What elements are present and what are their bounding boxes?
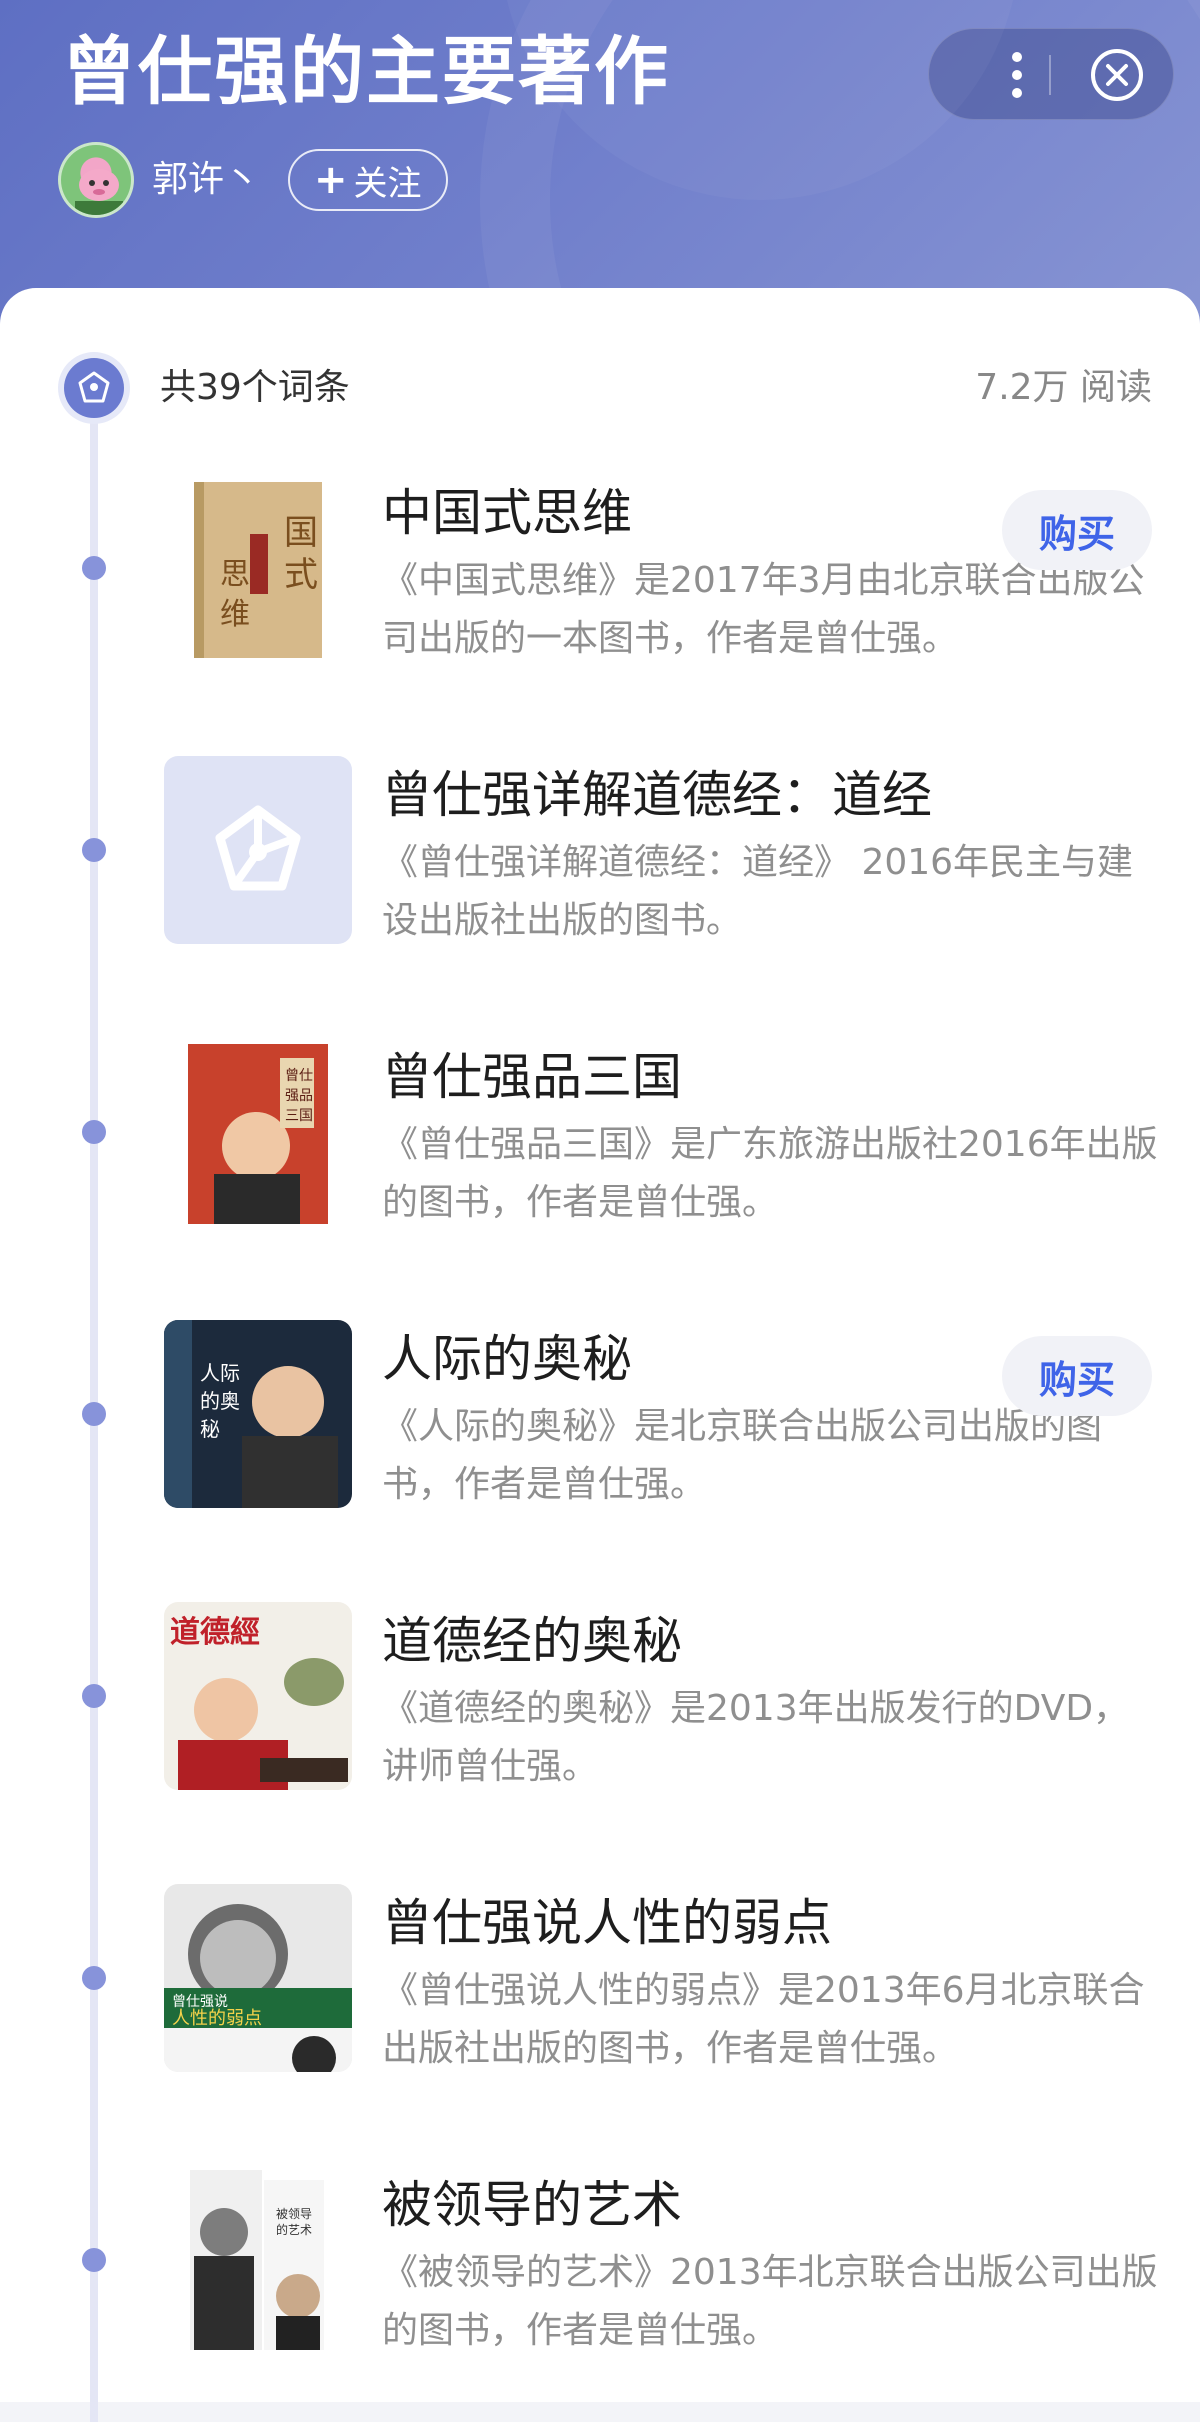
svg-text:维: 维 — [220, 597, 250, 632]
list-item[interactable]: 曾仕强详解道德经：道经 《曾仕强详解道德经：道经》 2016年民主与建设出版社出… — [0, 720, 1200, 1002]
avatar-image — [75, 169, 123, 215]
entry-count: 共39个词条 — [160, 367, 350, 408]
follow-label: 关注 — [353, 163, 422, 204]
book-cover: 道德經 — [164, 1602, 352, 1790]
buy-button[interactable]: 购买 — [1002, 1336, 1152, 1416]
book-cover: 曾仕 强品 三国 — [164, 1038, 352, 1226]
entry-title[interactable]: 曾仕强品三国 — [382, 1042, 682, 1112]
list-item[interactable]: 国 式 思 维 中国式思维 《中国式思维》是2017年3月由北京联合出版公司出版… — [0, 438, 1200, 720]
author-row: 郭许丶 + 关注 — [58, 142, 448, 218]
close-circle-icon — [1091, 49, 1143, 101]
entry-description: 《道德经的奥秘》是2013年出版发行的DVD，讲师曾仕强。 — [382, 1688, 1130, 1787]
svg-text:人性的弱点: 人性的弱点 — [172, 2008, 262, 2029]
entry-title[interactable]: 人际的奥秘 — [382, 1324, 632, 1394]
svg-text:的艺术: 的艺术 — [276, 2222, 312, 2237]
timeline-dot — [82, 1120, 106, 1144]
buy-button[interactable]: 购买 — [1002, 490, 1152, 570]
placeholder-cover — [164, 756, 352, 944]
content-card: 共39个词条 7.2万 阅读 国 式 思 维 中国式思维 《中国式思维》是201… — [0, 288, 1200, 2422]
list-item[interactable]: 人际 的奥 秘 人际的奥秘 《人际的奥秘》是北京联合出版公司出版的图书，作者是曾… — [0, 1284, 1200, 1566]
svg-text:国: 国 — [284, 513, 318, 553]
entry-title[interactable]: 被领导的艺术 — [382, 2170, 682, 2240]
timeline-dot — [82, 2248, 106, 2272]
close-button[interactable] — [1077, 29, 1157, 121]
svg-text:强品: 强品 — [285, 1088, 313, 1104]
more-button[interactable] — [977, 29, 1057, 121]
svg-text:三国: 三国 — [285, 1108, 313, 1124]
entry-title[interactable]: 中国式思维 — [382, 478, 632, 548]
entry-title[interactable]: 曾仕强说人性的弱点 — [382, 1888, 832, 1958]
svg-text:曾仕: 曾仕 — [285, 1068, 313, 1084]
author-name[interactable]: 郭许丶 — [152, 142, 260, 218]
svg-text:被领导: 被领导 — [276, 2207, 312, 2221]
book-cover: 国 式 思 维 — [164, 474, 352, 662]
header: 曾仕强的主要著作 郭许丶 + 关注 — [0, 0, 1200, 330]
timeline-dot — [82, 1966, 106, 1990]
book-cover: 被领导 的艺术 — [164, 2166, 352, 2354]
entry-title[interactable]: 道德经的奥秘 — [382, 1606, 682, 1676]
svg-text:思: 思 — [220, 557, 250, 592]
follow-button[interactable]: + 关注 — [288, 149, 448, 211]
svg-text:秘: 秘 — [200, 1417, 220, 1441]
mini-program-capsule — [928, 28, 1174, 120]
entry-description: 《曾仕强品三国》是广东旅游出版社2016年出版的图书，作者是曾仕强。 — [382, 1124, 1158, 1223]
avatar[interactable] — [58, 142, 134, 218]
list-item[interactable]: 道德經 道德经的奥秘 《道德经的奥秘》是2013年出版发行的DVD，讲师曾仕强。 — [0, 1566, 1200, 1848]
book-cover: 曾仕强说 人性的弱点 — [164, 1884, 352, 2072]
list-item[interactable]: 曾仕强说 人性的弱点 曾仕强说人性的弱点 《曾仕强说人性的弱点》是2013年6月… — [0, 1848, 1200, 2130]
entry-description: 《曾仕强说人性的弱点》是2013年6月北京联合出版社出版的图书，作者是曾仕强。 — [382, 1970, 1145, 2069]
entry-title[interactable]: 曾仕强详解道德经：道经 — [382, 760, 932, 830]
entry-description: 《被领导的艺术》2013年北京联合出版公司出版的图书，作者是曾仕强。 — [382, 2252, 1158, 2351]
more-vertical-icon — [1012, 52, 1022, 98]
svg-text:式: 式 — [284, 555, 318, 595]
list-item[interactable]: 被领导 的艺术 被领导的艺术 《被领导的艺术》2013年北京联合出版公司出版的图… — [0, 2130, 1200, 2412]
baike-logo-icon — [64, 358, 124, 418]
list-item[interactable]: 曾仕 强品 三国 曾仕强品三国 《曾仕强品三国》是广东旅游出版社2016年出版的… — [0, 1002, 1200, 1284]
entry-description: 《曾仕强详解道德经：道经》 2016年民主与建设出版社出版的图书。 — [382, 842, 1134, 941]
svg-text:道德經: 道德經 — [170, 1615, 260, 1650]
timeline-dot — [82, 1684, 106, 1708]
baike-placeholder-icon — [215, 805, 301, 891]
timeline-dot — [82, 556, 106, 580]
read-count: 7.2万 阅读 — [975, 367, 1152, 408]
timeline-dot — [82, 838, 106, 862]
plus-icon: + — [314, 157, 348, 203]
svg-text:的奥: 的奥 — [200, 1389, 240, 1413]
book-cover: 人际 的奥 秘 — [164, 1320, 352, 1508]
svg-text:人际: 人际 — [200, 1361, 240, 1385]
capsule-divider — [1049, 55, 1051, 95]
page-title: 曾仕强的主要著作 — [62, 29, 670, 115]
timeline-dot — [82, 1402, 106, 1426]
